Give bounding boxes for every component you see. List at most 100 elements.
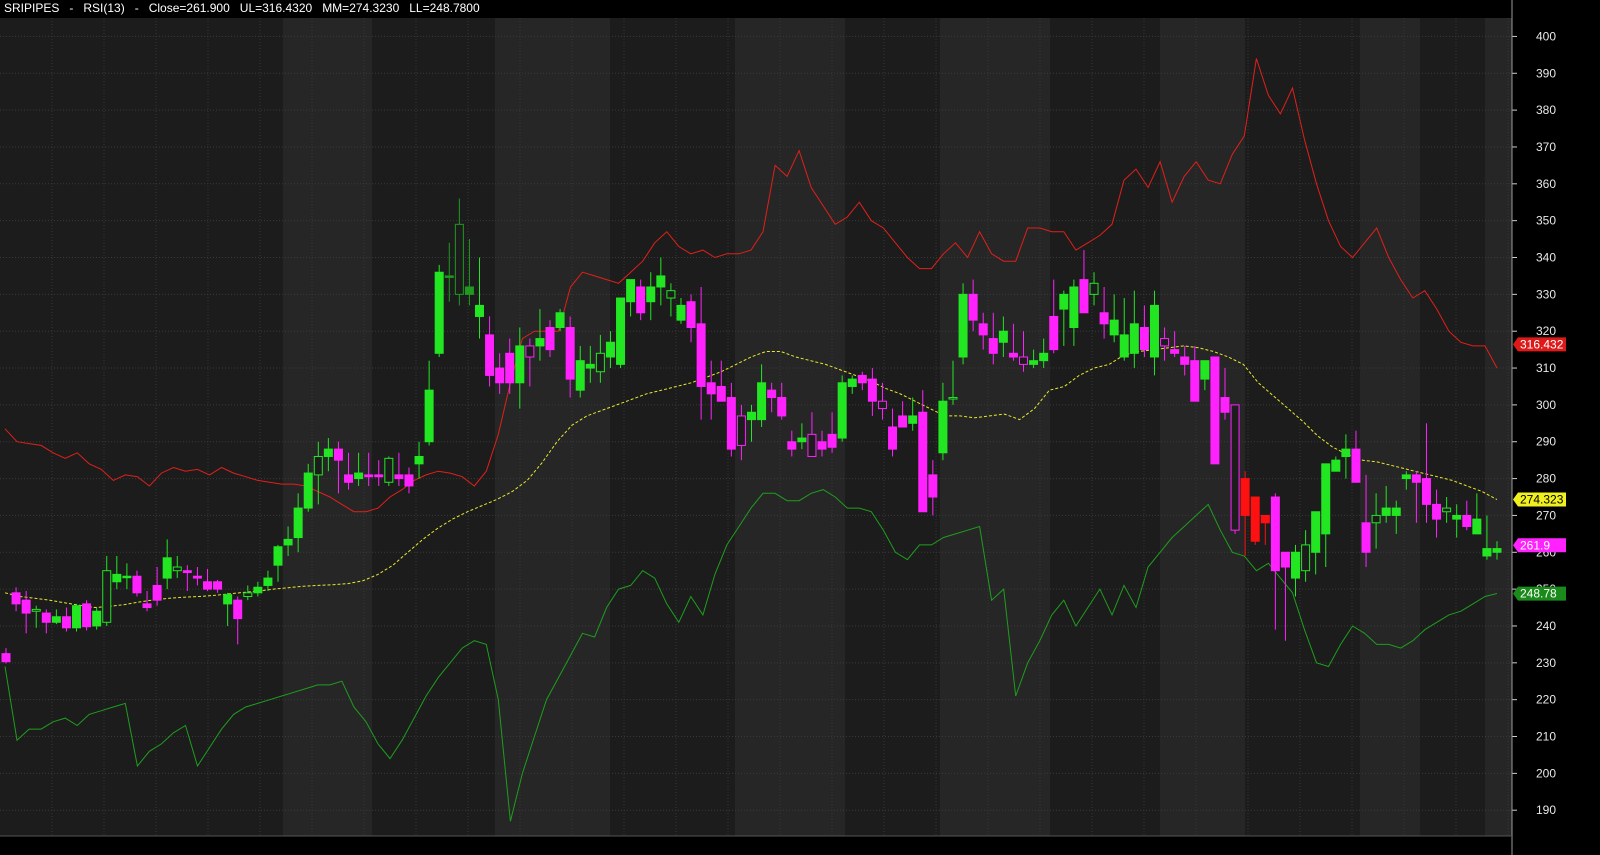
header-ll: LL=248.7800 xyxy=(409,1,480,15)
candle-body xyxy=(394,474,404,480)
candle-body xyxy=(1492,548,1502,553)
candle-body xyxy=(162,557,172,579)
candle-body xyxy=(283,538,293,546)
candle-body xyxy=(686,301,696,329)
y-tick-label: 190 xyxy=(1536,803,1556,817)
candle-body xyxy=(384,457,394,483)
candle-body xyxy=(898,415,908,428)
candle-body xyxy=(51,616,61,623)
candle-body xyxy=(706,382,716,395)
header-ul: UL=316.4320 xyxy=(239,1,313,15)
candle-body xyxy=(213,581,223,590)
candle-body xyxy=(958,293,968,358)
y-tick-label: 290 xyxy=(1536,435,1556,449)
candle-body xyxy=(716,385,726,402)
candle xyxy=(958,283,968,365)
candle-body xyxy=(1008,352,1018,358)
candle-body xyxy=(31,608,41,612)
candle-body xyxy=(182,570,192,574)
chart-header: SRIPIPES - RSI(13) - Close=261.900 UL=316.432… xyxy=(4,1,490,17)
candle-body xyxy=(434,271,444,354)
rsi-candlestick-chart[interactable]: 1902002102202302402502602702802903003103… xyxy=(0,0,1600,855)
tag-label: 248.78 xyxy=(1520,587,1557,601)
y-tick-label: 280 xyxy=(1536,472,1556,486)
y-tick-label: 330 xyxy=(1536,287,1556,301)
candle-body xyxy=(1421,478,1431,505)
y-tick-label: 210 xyxy=(1536,730,1556,744)
y-tick-label: 390 xyxy=(1536,66,1556,80)
candle-body xyxy=(293,507,303,539)
y-tick-label: 360 xyxy=(1536,177,1556,191)
candle-body xyxy=(1321,463,1331,535)
candle-body xyxy=(1099,312,1109,325)
candle-body xyxy=(1049,315,1059,351)
time-band xyxy=(940,18,1050,836)
candle-body xyxy=(525,345,535,358)
candle-body xyxy=(414,455,424,465)
candle-body xyxy=(263,577,273,586)
y-tick-label: 320 xyxy=(1536,324,1556,338)
candle-body xyxy=(364,474,374,478)
candle-body xyxy=(505,352,515,384)
candle-body xyxy=(374,474,384,478)
y-tick-label: 340 xyxy=(1536,251,1556,265)
candle-body xyxy=(857,374,867,384)
candle xyxy=(1210,356,1220,465)
y-tick-label: 270 xyxy=(1536,508,1556,522)
y-tick-label: 370 xyxy=(1536,140,1556,154)
candle-body xyxy=(223,594,233,605)
candle-body xyxy=(736,415,746,446)
candle xyxy=(434,264,444,357)
candle-body xyxy=(978,323,988,336)
candle-body xyxy=(172,566,182,572)
header-symbol: SRIPIPES xyxy=(4,1,60,15)
candle-body xyxy=(626,279,636,303)
candle-body xyxy=(152,584,162,601)
candle-body xyxy=(122,575,132,579)
chart-window: 1902002102202302402502602702802903003103… xyxy=(0,0,1600,855)
candle-body xyxy=(1301,544,1311,572)
candle-body xyxy=(1411,474,1421,483)
candle-body xyxy=(1472,518,1482,535)
y-tick-label: 200 xyxy=(1536,766,1556,780)
candle-body xyxy=(1341,448,1351,457)
candle-body xyxy=(233,599,243,620)
candle-body xyxy=(1039,352,1049,362)
candle-body xyxy=(344,474,354,483)
candle-body xyxy=(1452,514,1462,520)
candle-body xyxy=(1381,507,1391,516)
candle-body xyxy=(132,575,142,594)
candle-body xyxy=(1432,503,1442,520)
candle-body xyxy=(616,297,626,365)
candle-body xyxy=(1270,496,1280,572)
y-tick-label: 350 xyxy=(1536,214,1556,228)
candle-body xyxy=(646,286,656,303)
header-mm: MM=274.3230 xyxy=(322,1,400,15)
candle-body xyxy=(807,433,817,457)
candle-body xyxy=(877,400,887,410)
time-band xyxy=(1360,18,1420,836)
candle-body xyxy=(847,378,857,387)
candle-body xyxy=(767,389,777,399)
candle-body xyxy=(918,411,928,513)
candle-body xyxy=(464,286,474,295)
tag-label: 261.9 xyxy=(1520,538,1550,552)
candle-body xyxy=(1059,293,1069,310)
candle-body xyxy=(1200,360,1210,380)
last-value-tag-mm: 274.323 xyxy=(1513,492,1566,507)
candle-body xyxy=(585,363,595,369)
candle-body xyxy=(1250,496,1260,542)
candle-body xyxy=(404,474,414,487)
candle-body xyxy=(1029,360,1039,365)
y-tick-label: 220 xyxy=(1536,693,1556,707)
candle xyxy=(1230,404,1240,534)
tag-label: 316.432 xyxy=(1520,337,1564,351)
y-tick-label: 300 xyxy=(1536,398,1556,412)
candle xyxy=(82,600,92,631)
candle-body xyxy=(1230,404,1240,531)
candle-body xyxy=(1220,397,1230,413)
candle-body xyxy=(1240,478,1250,516)
y-tick-label: 380 xyxy=(1536,103,1556,117)
candle-body xyxy=(777,397,787,417)
candle-body xyxy=(1129,323,1139,354)
